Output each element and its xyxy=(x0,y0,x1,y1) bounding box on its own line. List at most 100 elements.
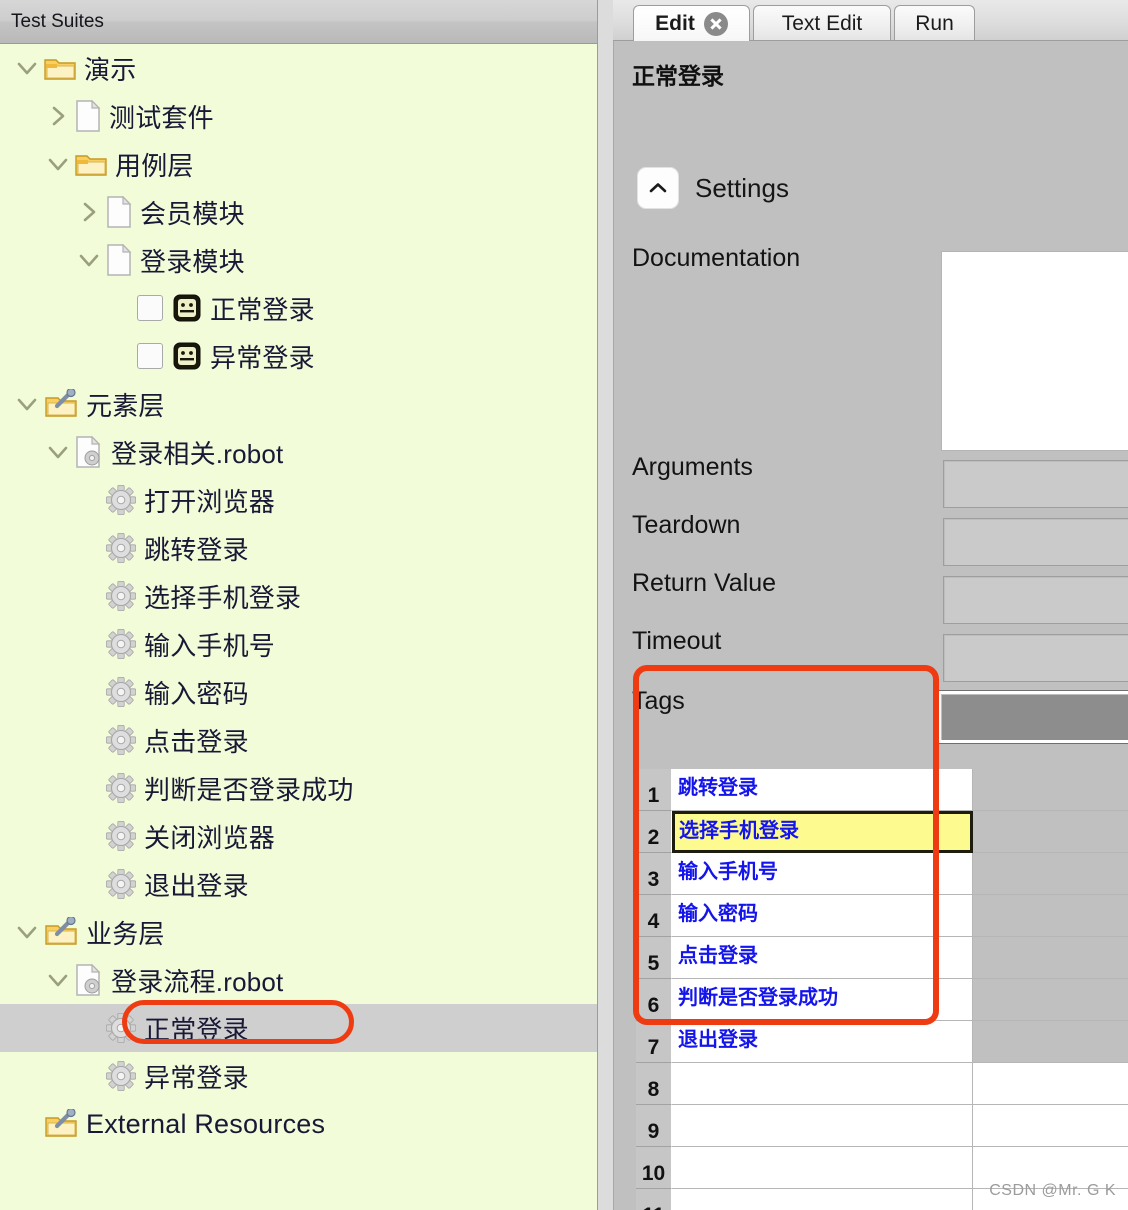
keyword-title: 正常登录 xyxy=(632,63,724,89)
tab-text-edit-label: Text Edit xyxy=(781,11,863,35)
tree-item-checkbox[interactable] xyxy=(137,343,163,369)
grid-cell[interactable]: 输入密码 xyxy=(672,895,973,937)
keyword-gear-icon xyxy=(106,581,136,611)
teardown-label: Teardown xyxy=(632,511,741,539)
tree-item-8[interactable]: 登录相关.robot xyxy=(0,428,597,476)
chevron-right-icon[interactable] xyxy=(45,103,71,129)
grid-cell[interactable]: 选择手机登录 xyxy=(672,811,973,853)
tree-item-14[interactable]: 点击登录 xyxy=(0,716,597,764)
tab-text-edit[interactable]: Text Edit xyxy=(753,5,891,41)
tree-item-4[interactable]: 登录模块 xyxy=(0,236,597,284)
grid-row[interactable]: 7 退出登录 xyxy=(636,1021,1128,1063)
grid-row-number: 3 xyxy=(636,853,672,895)
tree-item-13[interactable]: 输入密码 xyxy=(0,668,597,716)
tags-label: Tags xyxy=(632,687,685,715)
application-window: Test Suites 演示 测试套件 用例层 会员模块 登录模块 正常登录 异常登录 元素层… xyxy=(0,0,1128,1210)
keyword-gear-icon xyxy=(106,485,136,515)
grid-row-number: 6 xyxy=(636,979,672,1021)
grid-cell[interactable]: 退出登录 xyxy=(672,1021,973,1063)
chevron-down-icon[interactable] xyxy=(45,151,71,177)
settings-label: Settings xyxy=(695,172,789,203)
timeout-field[interactable] xyxy=(943,634,1128,682)
tree-item-9[interactable]: 打开浏览器 xyxy=(0,476,597,524)
tree-item-20[interactable]: 正常登录 xyxy=(0,1004,597,1052)
tree-item-11[interactable]: 选择手机登录 xyxy=(0,572,597,620)
grid-cell[interactable] xyxy=(973,853,1128,895)
tree-item-label: 元素层 xyxy=(86,390,165,421)
grid-cell[interactable] xyxy=(973,1105,1128,1147)
chevron-up-icon[interactable] xyxy=(637,167,679,209)
tree-item-5[interactable]: 正常登录 xyxy=(0,284,597,332)
resource-folder-icon xyxy=(45,1109,77,1137)
tree-item-1[interactable]: 测试套件 xyxy=(0,92,597,140)
tree-item-21[interactable]: 异常登录 xyxy=(0,1052,597,1100)
tree-item-12[interactable]: 输入手机号 xyxy=(0,620,597,668)
chevron-down-icon[interactable] xyxy=(14,55,40,81)
grid-cell[interactable] xyxy=(973,1063,1128,1105)
tree-item-18[interactable]: 业务层 xyxy=(0,908,597,956)
tab-edit-label: Edit xyxy=(655,11,695,35)
close-icon[interactable] xyxy=(703,11,728,36)
teardown-field[interactable] xyxy=(943,518,1128,566)
grid-row[interactable]: 8 xyxy=(636,1063,1128,1105)
chevron-down-icon[interactable] xyxy=(14,919,40,945)
grid-row[interactable]: 1 跳转登录 xyxy=(636,769,1128,811)
tree-panel-title: Test Suites xyxy=(11,10,104,32)
file-icon xyxy=(107,196,132,228)
test-suites-tree-panel: Test Suites 演示 测试套件 用例层 会员模块 登录模块 正常登录 异常登录 元素层… xyxy=(0,0,597,1210)
grid-cell[interactable] xyxy=(672,1147,973,1189)
tree-item-22[interactable]: External Resources xyxy=(0,1100,597,1148)
chevron-down-icon[interactable] xyxy=(14,391,40,417)
grid-row[interactable]: 4 输入密码 xyxy=(636,895,1128,937)
documentation-field[interactable] xyxy=(941,251,1128,451)
grid-cell[interactable] xyxy=(973,769,1128,811)
tree-item-checkbox[interactable] xyxy=(137,295,163,321)
arguments-field[interactable] xyxy=(943,460,1128,508)
chevron-down-icon[interactable] xyxy=(45,967,71,993)
grid-cell[interactable]: 点击登录 xyxy=(672,937,973,979)
tree-item-label: 登录相关.robot xyxy=(111,438,284,469)
grid-row[interactable]: 5 点击登录 xyxy=(636,937,1128,979)
grid-row[interactable]: 9 xyxy=(636,1105,1128,1147)
tree-item-label: 用例层 xyxy=(115,150,194,181)
chevron-down-icon[interactable] xyxy=(76,247,102,273)
editor-content: 正常登录 Settings Documentation Arguments Te… xyxy=(613,41,1128,1210)
tree-item-16[interactable]: 关闭浏览器 xyxy=(0,812,597,860)
tree-item-label: 异常登录 xyxy=(210,342,315,373)
grid-cell[interactable] xyxy=(973,1021,1128,1063)
tree-item-15[interactable]: 判断是否登录成功 xyxy=(0,764,597,812)
grid-cell[interactable] xyxy=(672,1105,973,1147)
tab-run[interactable]: Run xyxy=(894,5,975,41)
grid-cell[interactable] xyxy=(672,1189,973,1210)
tags-field[interactable] xyxy=(937,690,1128,744)
grid-cell[interactable] xyxy=(973,937,1128,979)
grid-cell[interactable]: 判断是否登录成功 xyxy=(672,979,973,1021)
tree-item-19[interactable]: 登录流程.robot xyxy=(0,956,597,1004)
tree-item-label: 选择手机登录 xyxy=(144,582,302,613)
tree-item-7[interactable]: 元素层 xyxy=(0,380,597,428)
tree-item-3[interactable]: 会员模块 xyxy=(0,188,597,236)
tree-item-label: 退出登录 xyxy=(144,870,249,901)
grid-row[interactable]: 2 选择手机登录 xyxy=(636,811,1128,853)
tree-item-2[interactable]: 用例层 xyxy=(0,140,597,188)
tree-item-6[interactable]: 异常登录 xyxy=(0,332,597,380)
grid-row[interactable]: 6 判断是否登录成功 xyxy=(636,979,1128,1021)
grid-cell[interactable] xyxy=(672,1063,973,1105)
grid-cell[interactable]: 输入手机号 xyxy=(672,853,973,895)
tree-item-label: 异常登录 xyxy=(144,1062,249,1093)
grid-cell[interactable] xyxy=(973,811,1128,853)
chevron-right-icon[interactable] xyxy=(76,199,102,225)
grid-cell[interactable] xyxy=(973,895,1128,937)
grid-row-number: 5 xyxy=(636,937,672,979)
chevron-down-icon[interactable] xyxy=(45,439,71,465)
grid-cell[interactable]: 跳转登录 xyxy=(672,769,973,811)
grid-cell[interactable] xyxy=(973,979,1128,1021)
tree-item-10[interactable]: 跳转登录 xyxy=(0,524,597,572)
tab-edit[interactable]: Edit xyxy=(633,5,750,41)
tree-item-17[interactable]: 退出登录 xyxy=(0,860,597,908)
keyword-gear-icon xyxy=(106,1013,136,1043)
return-value-field[interactable] xyxy=(943,576,1128,624)
panel-splitter[interactable] xyxy=(597,0,613,1210)
tree-item-0[interactable]: 演示 xyxy=(0,44,597,92)
grid-row[interactable]: 3 输入手机号 xyxy=(636,853,1128,895)
